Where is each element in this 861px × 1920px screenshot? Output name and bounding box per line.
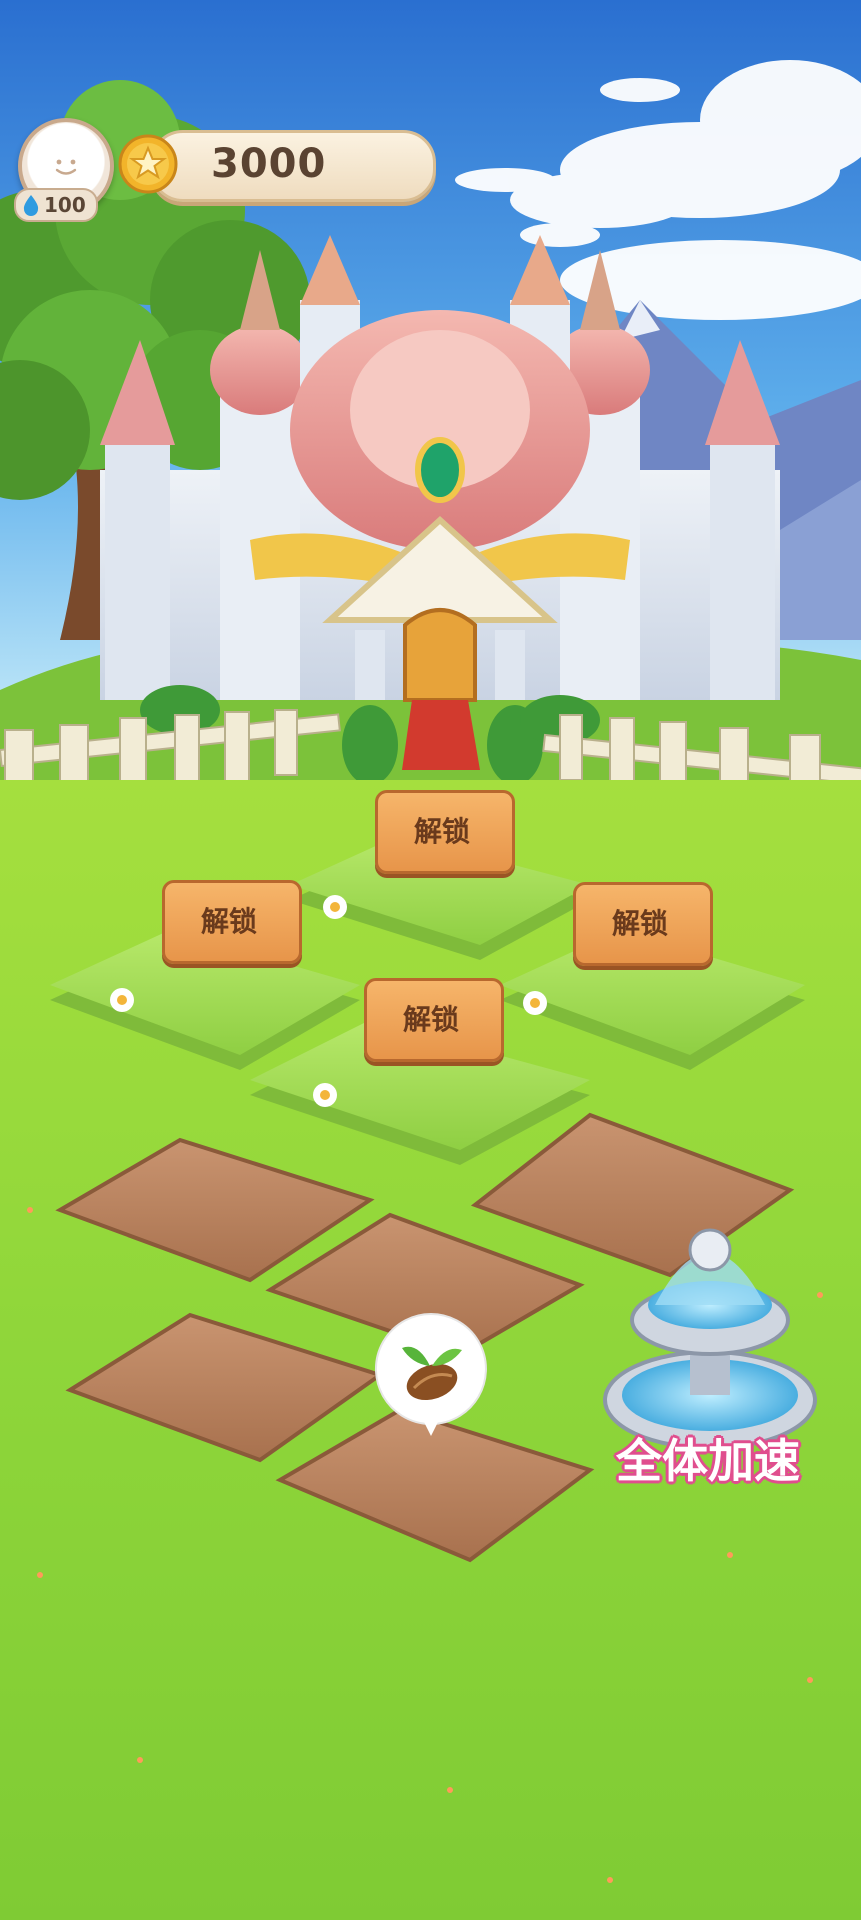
unlock-label: 解锁 <box>413 815 470 848</box>
unlock-sign[interactable]: 解锁 <box>573 882 713 966</box>
smiley-face-icon <box>46 146 86 186</box>
unlock-label: 解锁 <box>200 905 257 938</box>
water-drop-icon <box>23 195 39 216</box>
water-amount: 100 <box>44 193 86 217</box>
water-counter: 100 <box>14 188 98 222</box>
star-coin-icon <box>118 134 178 194</box>
coin-balance: 3000 <box>150 130 436 202</box>
red-carpet <box>402 700 480 770</box>
coin-amount: 3000 <box>211 141 327 187</box>
unlock-label: 解锁 <box>611 907 668 940</box>
game-scene <box>0 0 861 1920</box>
unlock-sign[interactable]: 解锁 <box>162 880 302 964</box>
unlock-sign[interactable]: 解锁 <box>364 978 504 1062</box>
boost-all-button[interactable]: 全体加速 <box>616 1425 800 1491</box>
unlock-label: 解锁 <box>402 1003 459 1036</box>
unlock-sign[interactable]: 解锁 <box>375 790 515 874</box>
seed-sprout-icon[interactable] <box>372 1310 490 1440</box>
